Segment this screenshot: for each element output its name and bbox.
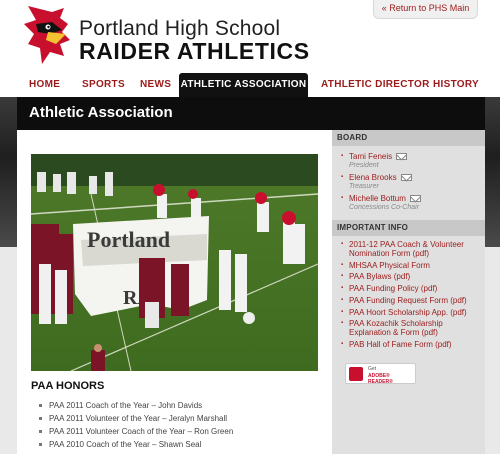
banner-text-top: Portland [87,227,170,252]
info-link[interactable]: PAA Funding Request Form (pdf) [341,296,467,305]
honors-list: PAA 2011 Coach of the Year – John Davids… [39,399,233,451]
nav-athletic-director[interactable]: ATHLETIC DIRECTOR [321,73,430,97]
page-title-bar: Athletic Association [17,97,485,130]
return-to-main-link[interactable]: « Return to PHS Main [373,0,478,19]
page-title: Athletic Association [29,104,173,121]
info-link[interactable]: 2011-12 PAA Coach & Volunteer Nomination… [341,240,481,258]
reader-label: ADOBE® READER® [368,373,393,385]
sidebar: BOARD Tami Feneis President Elena Brooks… [332,130,485,454]
team-photo: Portland RA [31,154,318,371]
info-link[interactable]: PAA Bylaws (pdf) [341,272,410,281]
mail-icon[interactable] [400,174,412,182]
board-member-link[interactable]: Elena Brooks [341,173,412,182]
main-nav: HOME SPORTS NEWS ATHLETIC ASSOCIATION AT… [0,73,500,97]
board-member-role: President [349,162,379,169]
board-heading: BOARD [332,130,485,146]
honors-item: PAA 2010 Coach of the Year – Shawn Seal [39,438,233,451]
board-member-role: Concessions Co-Chair [349,204,420,211]
nav-history[interactable]: HISTORY [433,73,479,97]
main-content: Portland RA PAA HONORS PAA 2011 Coach of… [17,130,332,454]
cardinal-logo-icon[interactable] [22,4,72,66]
nav-sports[interactable]: SPORTS [82,73,125,97]
honors-item: PAA 2011 Volunteer of the Year – Jeralyn… [39,412,233,425]
mail-icon[interactable] [396,153,408,161]
info-link[interactable]: PAA Hoort Scholarship App. (pdf) [341,308,467,317]
board-member-link[interactable]: Tami Feneis [341,152,408,161]
info-link[interactable]: MHSAA Physical Form [341,261,430,270]
get-adobe-reader-button[interactable]: Get ADOBE® READER® [345,363,416,385]
important-info-heading: IMPORTANT INFO [332,220,485,236]
board-member-name[interactable]: Tami Feneis [349,152,392,161]
board-member-name[interactable]: Michelle Bottum [349,194,406,203]
nav-news[interactable]: NEWS [140,73,171,97]
info-link[interactable]: PAB Hall of Fame Form (pdf) [341,340,452,349]
site-title: RAIDER ATHLETICS [79,38,310,64]
honors-item: PAA 2011 Volunteer Coach of the Year – R… [39,425,233,438]
reader-get-label: Get [368,366,377,372]
adobe-reader-icon [349,367,363,381]
honors-item: PAA 2011 Coach of the Year – John Davids [39,399,233,412]
honors-title: PAA HONORS [31,380,105,392]
nav-home[interactable]: HOME [29,73,60,97]
board-member-role: Treasurer [349,183,379,190]
nav-athletic-association[interactable]: ATHLETIC ASSOCIATION [179,73,308,97]
info-link[interactable]: PAA Kozachik Scholarship Explanation & F… [341,319,481,337]
board-member-link[interactable]: Michelle Bottum [341,194,421,203]
mail-icon[interactable] [409,195,421,203]
info-link[interactable]: PAA Funding Policy (pdf) [341,284,437,293]
board-member-name[interactable]: Elena Brooks [349,173,397,182]
